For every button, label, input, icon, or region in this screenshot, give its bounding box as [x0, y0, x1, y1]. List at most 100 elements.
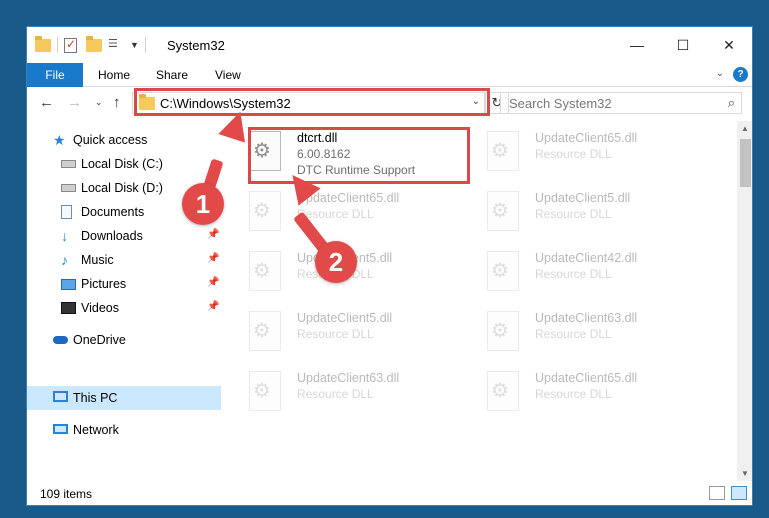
sidebar-item-local-disk-c[interactable]: Local Disk (C:): [27, 152, 221, 176]
sidebar-item-label: Local Disk (D:): [81, 181, 163, 195]
tab-home[interactable]: Home: [98, 63, 130, 87]
minimize-button[interactable]: —: [614, 27, 660, 63]
sidebar-item-label: OneDrive: [73, 333, 126, 347]
drive-icon: [61, 184, 76, 192]
file-item[interactable]: UpdateClient63.dll Resource DLL: [461, 301, 691, 357]
tab-file[interactable]: File: [27, 63, 83, 87]
file-name: UpdateClient5.dll: [297, 311, 393, 325]
callout-number-1: 1: [182, 183, 224, 225]
details-view-button[interactable]: [709, 486, 725, 500]
search-box[interactable]: ⌕: [500, 92, 742, 114]
window-controls: — ☐ ✕: [614, 27, 752, 63]
file-item[interactable]: UpdateClient65.dll Resource DLL: [223, 181, 453, 237]
ribbon-tabs: File Home Share View ⌄ ?: [27, 63, 752, 87]
file-version: 6.00.8162: [297, 147, 351, 161]
sidebar-item-pictures[interactable]: Pictures 📌: [27, 272, 221, 296]
sidebar-item-quick-access[interactable]: ★ Quick access: [27, 128, 221, 152]
sidebar-item-network[interactable]: Network: [27, 418, 221, 442]
dll-file-icon: [249, 191, 281, 231]
pin-icon[interactable]: 📌: [207, 277, 219, 288]
file-item[interactable]: UpdateClient65.dll Resource DLL: [461, 361, 691, 417]
scroll-down-icon[interactable]: ▼: [741, 469, 749, 478]
file-name: UpdateClient65.dll: [535, 131, 638, 145]
sidebar-item-label: Local Disk (C:): [81, 157, 163, 171]
help-icon[interactable]: ?: [733, 67, 748, 82]
expand-ribbon-icon[interactable]: ⌄: [716, 68, 724, 79]
file-description: DTC Runtime Support: [297, 163, 416, 177]
new-folder-icon[interactable]: [86, 36, 102, 53]
file-version: Resource DLL: [535, 147, 612, 161]
tiles-view-button[interactable]: [731, 486, 747, 500]
file-item[interactable]: UpdateClient42.dll Resource DLL: [461, 241, 691, 297]
dll-file-icon: [249, 131, 281, 171]
customize-toolbar-icon[interactable]: ☰: [108, 37, 124, 53]
sidebar-item-label: This PC: [73, 391, 118, 405]
dll-file-icon: [487, 131, 519, 171]
file-version: Resource DLL: [535, 387, 612, 401]
dll-file-icon: [487, 311, 519, 351]
drive-icon: [61, 160, 76, 168]
sidebar-item-label: Quick access: [73, 133, 148, 147]
file-item-dtcrt[interactable]: dtcrt.dll 6.00.8162 DTC Runtime Support: [223, 125, 453, 181]
address-bar[interactable]: C:\Windows\System32 ⌄: [132, 92, 485, 114]
picture-icon: [61, 279, 76, 290]
up-button[interactable]: ↑: [113, 94, 121, 111]
pin-icon[interactable]: 📌: [207, 229, 219, 240]
dll-file-icon: [487, 191, 519, 231]
sidebar-item-label: Documents: [81, 205, 145, 219]
sidebar-item-music[interactable]: ♪ Music 📌: [27, 248, 221, 272]
sidebar-item-this-pc[interactable]: This PC: [27, 386, 221, 410]
folder-icon: [139, 94, 155, 110]
search-icon[interactable]: ⌕: [728, 95, 735, 111]
scrollbar-thumb[interactable]: [740, 139, 751, 187]
properties-icon[interactable]: [64, 37, 80, 53]
sidebar-item-onedrive[interactable]: OneDrive: [27, 328, 221, 352]
tab-share[interactable]: Share: [156, 63, 188, 87]
file-name: UpdateClient63.dll: [535, 311, 638, 325]
file-version: Resource DLL: [535, 267, 612, 281]
callout-number-2: 2: [315, 241, 357, 283]
file-version: Resource DLL: [535, 207, 612, 221]
sidebar-item-label: Downloads: [81, 229, 143, 243]
file-item[interactable]: UpdateClient65.dll Resource DLL: [461, 121, 691, 177]
sidebar-item-label: Network: [73, 423, 119, 437]
file-name: UpdateClient5.dll: [535, 191, 631, 205]
sidebar-item-label: Music: [81, 253, 114, 267]
network-icon: [53, 424, 68, 434]
sidebar-item-label: Videos: [81, 301, 119, 315]
pin-icon[interactable]: 📌: [207, 253, 219, 264]
search-input[interactable]: [509, 93, 709, 113]
pin-icon[interactable]: 📌: [207, 301, 219, 312]
folder-icon: [35, 36, 51, 53]
recent-locations-icon[interactable]: ⌄: [95, 97, 103, 108]
close-button[interactable]: ✕: [706, 27, 752, 63]
dll-file-icon: [249, 371, 281, 411]
video-icon: [61, 302, 76, 314]
status-bar: 109 items: [27, 481, 752, 505]
file-name: dtcrt.dll: [297, 131, 338, 145]
chevron-down-icon[interactable]: ⌄: [472, 96, 480, 107]
sidebar-item-downloads[interactable]: ↓ Downloads 📌: [27, 224, 221, 248]
divider: [144, 37, 146, 53]
dll-file-icon: [487, 251, 519, 291]
music-icon: ♪: [61, 252, 68, 268]
title-bar: ☰ ▼ System32 — ☐ ✕: [27, 27, 752, 63]
file-name: UpdateClient42.dll: [535, 251, 638, 265]
item-count: 109 items: [40, 487, 93, 501]
star-icon: ★: [53, 132, 66, 148]
file-item[interactable]: UpdateClient63.dll Resource DLL: [223, 361, 453, 417]
tab-view[interactable]: View: [215, 63, 241, 87]
back-button[interactable]: ←: [39, 94, 54, 111]
dll-file-icon: [249, 311, 281, 351]
file-name: UpdateClient65.dll: [535, 371, 638, 385]
sidebar-item-videos[interactable]: Videos 📌: [27, 296, 221, 320]
forward-button[interactable]: →: [67, 94, 82, 111]
maximize-button[interactable]: ☐: [660, 27, 706, 63]
vertical-scrollbar[interactable]: ▲ ▼: [737, 121, 752, 481]
file-item[interactable]: UpdateClient5.dll Resource DLL: [223, 301, 453, 357]
chevron-down-icon[interactable]: ▼: [130, 40, 139, 50]
file-item[interactable]: UpdateClient5.dll Resource DLL: [461, 181, 691, 237]
sidebar-item-label: Pictures: [81, 277, 127, 291]
divider: [57, 37, 58, 53]
scroll-up-icon[interactable]: ▲: [741, 124, 749, 133]
